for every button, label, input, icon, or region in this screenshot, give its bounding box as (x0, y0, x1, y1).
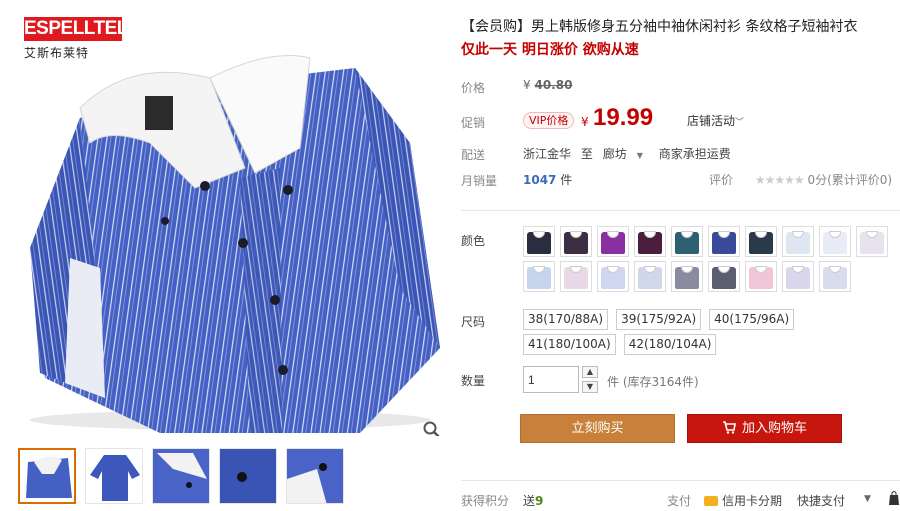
thumbnail-4[interactable] (219, 448, 277, 504)
color-swatch[interactable] (708, 226, 740, 257)
cart-icon (722, 421, 736, 434)
credit-card-installment[interactable]: 信用卡分期 (704, 492, 782, 509)
chevron-down-icon: ﹀ (735, 118, 745, 128)
color-swatch[interactable] (560, 261, 592, 292)
credit-card-label: 信用卡分期 (722, 494, 783, 508)
color-swatch[interactable] (782, 261, 814, 292)
size-option[interactable]: 40(175/96A) (709, 309, 795, 330)
points: 送9 (523, 492, 543, 509)
divider (461, 210, 900, 211)
size-option[interactable]: 41(180/100A) (523, 334, 616, 355)
size-options: 38(170/88A) 39(175/92A) 40(175/96A) 41(1… (523, 309, 893, 355)
size-option[interactable]: 42(180/104A) (623, 334, 717, 355)
color-swatch[interactable] (782, 226, 814, 257)
delivery-label: 配送 (461, 148, 486, 162)
product-gallery: ESPELLTEL 艾斯布莱特 (10, 8, 446, 508)
color-swatch[interactable] (560, 226, 592, 257)
credit-card-icon (704, 496, 718, 506)
main-product-image[interactable]: ESPELLTEL 艾斯布莱特 (10, 8, 446, 436)
color-swatch[interactable] (856, 226, 888, 257)
quantity-input[interactable] (523, 366, 579, 393)
current-price: 19.99 (593, 104, 654, 131)
thumbnail-2[interactable] (85, 448, 143, 504)
product-info: 【会员购】男上韩版修身五分袖中袖休闲衬衫 条纹格子短袖衬衣 仅此一天 明日涨价 … (461, 0, 900, 511)
color-label: 颜色 (461, 234, 486, 248)
buy-now-button[interactable]: 立刻购买 (520, 414, 675, 443)
current-currency: ¥ (581, 115, 589, 129)
shipping-fee: 商家承担运费 (658, 147, 731, 161)
rating-label: 评价 (709, 173, 734, 187)
quantity-increase-icon[interactable]: ▲ (582, 366, 598, 378)
quantity-decrease-icon[interactable]: ▼ (582, 381, 598, 393)
expand-arrow-icon[interactable]: ▼ (864, 494, 871, 504)
size-option[interactable]: 38(170/88A) (523, 309, 609, 330)
shop-activity-label: 店铺活动 (687, 114, 736, 128)
brand-logo-text: ESPELLTEL (24, 17, 128, 41)
color-swatch[interactable] (597, 261, 629, 292)
color-swatch[interactable] (819, 261, 851, 292)
product-title: 【会员购】男上韩版修身五分袖中袖休闲衬衫 条纹格子短袖衬衣 (461, 19, 858, 35)
rating-stars-icon: ★★★★★ (754, 173, 805, 187)
color-swatch[interactable] (634, 226, 666, 257)
quantity-label: 数量 (461, 374, 486, 388)
price-label: 价格 (461, 81, 486, 95)
sales-count: 1047 (523, 173, 557, 187)
color-swatches (523, 226, 899, 292)
color-swatch[interactable] (745, 226, 777, 257)
size-label: 尺码 (461, 315, 486, 329)
ship-destination: 廊坊 (602, 147, 627, 161)
shipping-info: 浙江金华 至 廊坊 ▼ 商家承担运费 (523, 145, 737, 162)
add-to-cart-label: 加入购物车 (741, 421, 807, 436)
color-swatch[interactable] (745, 261, 777, 292)
points-value: 9 (535, 494, 544, 508)
ship-destination-select[interactable]: 廊坊 ▼ (603, 147, 649, 161)
points-prefix: 送 (523, 494, 536, 508)
monthly-sales-label: 月销量 (461, 174, 498, 188)
ship-from: 浙江金华 (523, 147, 572, 161)
rating-info[interactable]: 评价 ★★★★★ 0分(累计评价0) (709, 171, 892, 188)
thumbnail-5[interactable] (286, 448, 344, 504)
original-price: ¥ 40.80 (523, 78, 572, 92)
mini-cart-icon[interactable] (887, 490, 900, 506)
add-to-cart-button[interactable]: 加入购物车 (687, 414, 842, 443)
color-swatch[interactable] (523, 226, 555, 257)
monthly-sales: 1047 件 (523, 171, 572, 188)
stock-text: 件 (库存3164件) (607, 375, 699, 389)
color-swatch[interactable] (671, 261, 703, 292)
ship-to-word: 至 (580, 147, 593, 161)
thumbnail-1[interactable] (18, 448, 76, 504)
color-swatch[interactable] (819, 226, 851, 257)
thumbnail-3[interactable] (152, 448, 210, 504)
shop-activity-dropdown[interactable]: 店铺活动﹀ (687, 112, 744, 129)
points-label: 获得积分 (461, 494, 510, 508)
sales-unit: 件 (560, 173, 573, 187)
pay-label: 支付 (667, 494, 692, 508)
color-swatch[interactable] (671, 226, 703, 257)
caret-down-icon: ▼ (636, 151, 643, 160)
thumbnail-strip (18, 448, 344, 504)
original-price-value: 40.80 (534, 78, 573, 92)
color-swatch[interactable] (597, 226, 629, 257)
size-option[interactable]: 39(175/92A) (616, 309, 702, 330)
zoom-icon[interactable] (422, 420, 442, 436)
color-swatch[interactable] (708, 261, 740, 292)
color-swatch[interactable] (634, 261, 666, 292)
vip-price-badge: VIP价格 (523, 112, 575, 129)
color-swatch[interactable] (523, 261, 555, 292)
shirt-illustration (30, 55, 440, 433)
rating-text: 0分(累计评价0) (807, 173, 893, 187)
divider (461, 480, 900, 481)
quick-pay[interactable]: 快捷支付 (797, 492, 845, 509)
promo-label: 促销 (461, 116, 486, 130)
promo-text: 仅此一天 明日涨价 欲购从速 (461, 42, 639, 58)
currency-symbol: ¥ (523, 78, 531, 92)
